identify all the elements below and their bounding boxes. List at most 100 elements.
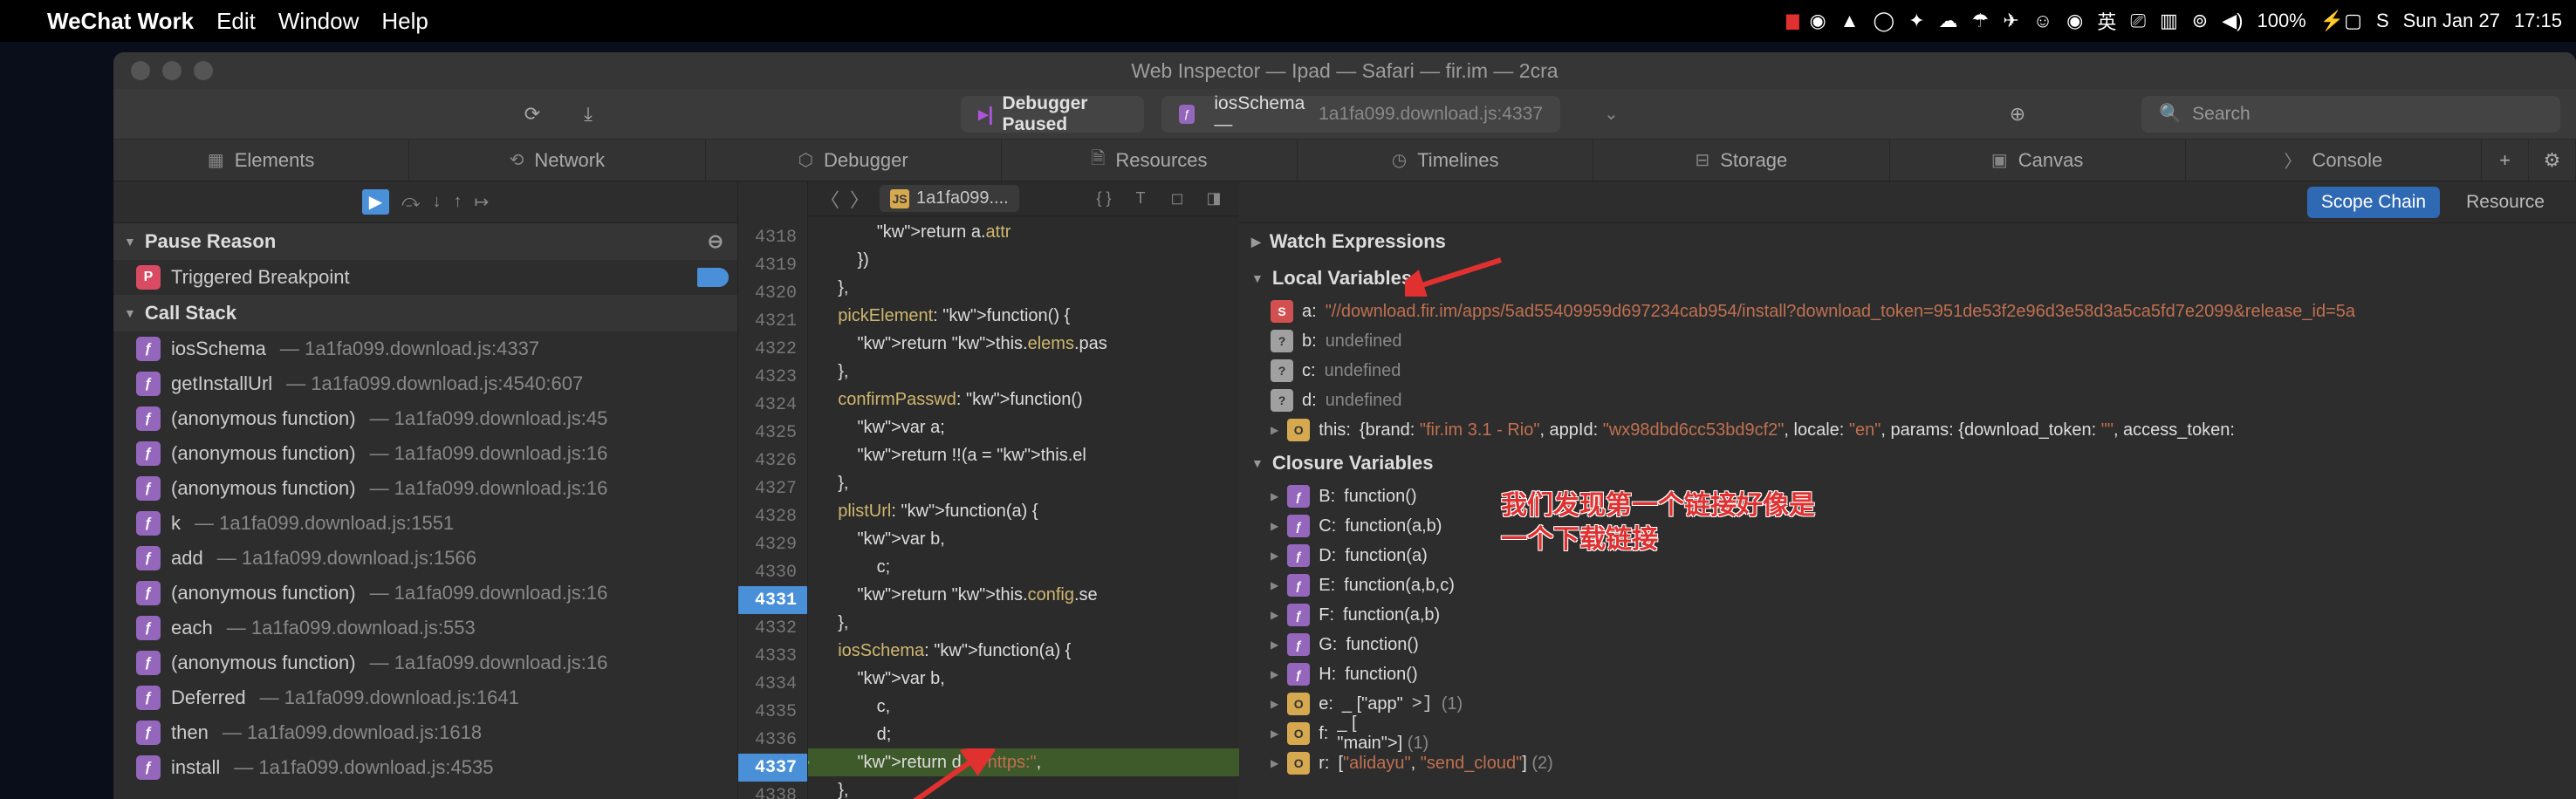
volume-icon[interactable]: ◀): [2222, 10, 2243, 32]
step-out-button[interactable]: ↑: [454, 192, 462, 212]
closure-var[interactable]: ▶Of: _ ["main">] (1): [1239, 719, 2576, 748]
call-stack-header[interactable]: ▼ Call Stack: [113, 295, 737, 331]
line-number[interactable]: 4329: [738, 530, 807, 558]
line-number[interactable]: 4321: [738, 307, 807, 335]
closure-var[interactable]: ▶ƒB: function(): [1239, 481, 2576, 511]
closure-var[interactable]: ▶Oe: _ ["app">] (1): [1239, 689, 2576, 719]
pause-reason-header[interactable]: ▼ Pause Reason ⊖: [113, 223, 737, 260]
line-gutter[interactable]: 4318431943204321432243234324432543264327…: [738, 181, 808, 799]
call-stack-frame[interactable]: ƒ(anonymous function)— 1a1fa099.download…: [113, 471, 737, 506]
call-stack-frame[interactable]: ƒ(anonymous function)— 1a1fa099.download…: [113, 436, 737, 471]
penguin-icon[interactable]: ▲: [1840, 10, 1860, 32]
code-line[interactable]: },: [808, 609, 1239, 637]
paused-location-pill[interactable]: ƒ iosSchema — 1a1fa099.download.js:4337: [1161, 96, 1560, 133]
search-field[interactable]: 🔍 Search: [2141, 96, 2560, 133]
line-number[interactable]: 4336: [738, 726, 807, 754]
battery-menu-icon[interactable]: ▥: [2160, 10, 2178, 32]
step-over-button[interactable]: ⤼: [401, 192, 420, 212]
type-profiler-button[interactable]: T: [1127, 189, 1154, 208]
local-var-d[interactable]: ? d:undefined: [1239, 386, 2576, 415]
line-number[interactable]: 4335: [738, 698, 807, 726]
breakpoint-indicator[interactable]: [697, 268, 729, 287]
nav-back[interactable]: 〈: [820, 185, 839, 213]
line-number[interactable]: 4327: [738, 475, 807, 502]
code-line[interactable]: "kw">return a.attr: [808, 218, 1239, 246]
umbrella-icon[interactable]: ☂: [1972, 10, 1990, 32]
recording-indicator[interactable]: ▮▮: [1785, 10, 1795, 32]
code-line[interactable]: "kw">return !!(a = "kw">this.el: [808, 441, 1239, 469]
step-button[interactable]: ↦: [475, 191, 490, 213]
closure-var[interactable]: ▶ƒF: function(a,b): [1239, 600, 2576, 630]
code-line[interactable]: }): [808, 246, 1239, 274]
call-stack-frame[interactable]: ƒ(anonymous function)— 1a1fa099.download…: [113, 576, 737, 611]
call-stack-frame[interactable]: ƒ(anonymous function)— 1a1fa099.download…: [113, 401, 737, 436]
code-line[interactable]: "kw">var a;: [808, 413, 1239, 441]
closure-var[interactable]: ▶ƒC: function(a,b): [1239, 511, 2576, 541]
tab-timelines[interactable]: ◷Timelines: [1298, 140, 1593, 181]
local-var-c[interactable]: ? c:undefined: [1239, 356, 2576, 386]
input-method[interactable]: 英: [2097, 7, 2116, 35]
tab-storage[interactable]: ⊟Storage: [1593, 140, 1889, 181]
watch-expressions-header[interactable]: ▶Watch Expressions: [1239, 223, 2576, 260]
local-var-this[interactable]: ▶ O this: {brand: "fir.im 3.1 - Rio", ap…: [1239, 415, 2576, 445]
code-line[interactable]: pickElement: "kw">function() {: [808, 302, 1239, 330]
status-icon[interactable]: ◉: [1809, 10, 1826, 32]
call-stack-frame[interactable]: ƒk— 1a1fa099.download.js:1551: [113, 506, 737, 541]
code-line[interactable]: "kw">return "kw">this.elems.pas: [808, 330, 1239, 358]
line-number[interactable]: 4322: [738, 335, 807, 363]
screen-icon[interactable]: ⎚: [2130, 10, 2146, 32]
plane-icon[interactable]: ✈: [2003, 10, 2018, 32]
triggered-breakpoint[interactable]: P Triggered Breakpoint: [113, 260, 737, 295]
closure-var[interactable]: ▶ƒD: function(a): [1239, 541, 2576, 570]
call-stack-frame[interactable]: ƒiosSchema— 1a1fa099.download.js:4337: [113, 331, 737, 366]
zoom-button[interactable]: [194, 61, 213, 80]
nav-forward[interactable]: 〉: [850, 185, 869, 213]
headphone-icon[interactable]: ◯: [1873, 10, 1894, 32]
closure-var[interactable]: ▶ƒE: function(a,b,c): [1239, 570, 2576, 600]
closure-var[interactable]: ▶Or: ["alidayu", "send_cloud"] (2): [1239, 748, 2576, 778]
cloud-icon[interactable]: ☁: [1939, 10, 1958, 32]
closure-variables-header[interactable]: ▼Closure Variables: [1239, 445, 2576, 481]
closure-var[interactable]: ▶ƒH: function(): [1239, 659, 2576, 689]
scope-chain-tab[interactable]: Scope Chain: [2307, 187, 2440, 218]
line-number[interactable]: 4337: [738, 754, 807, 782]
code-line[interactable]: d;: [808, 720, 1239, 748]
tab-resources[interactable]: 🗎Resources: [1002, 140, 1298, 181]
line-number[interactable]: 4320: [738, 279, 807, 307]
download-button[interactable]: ⤓: [569, 95, 607, 133]
current-file[interactable]: JS 1a1fa099....: [880, 185, 1019, 212]
code-line[interactable]: },: [808, 274, 1239, 302]
code-line[interactable]: "kw">return "kw">this.config.se: [808, 581, 1239, 609]
code-line[interactable]: plistUrl: "kw">function(a) {: [808, 497, 1239, 525]
pretty-print-button[interactable]: { }: [1091, 189, 1117, 208]
line-number[interactable]: 4328: [738, 502, 807, 530]
menu-window[interactable]: Window: [278, 8, 359, 35]
reload-button[interactable]: ⟳: [513, 95, 552, 133]
close-button[interactable]: [131, 61, 150, 80]
app-name[interactable]: WeChat Work: [47, 8, 194, 35]
call-stack-frame[interactable]: ƒinstall— 1a1fa099.download.js:4535: [113, 750, 737, 785]
code-line[interactable]: confirmPasswd: "kw">function(): [808, 386, 1239, 413]
call-stack-frame[interactable]: ƒthen— 1a1fa099.download.js:1618: [113, 715, 737, 750]
tab-network[interactable]: ⟲Network: [409, 140, 705, 181]
code-line[interactable]: c,: [808, 693, 1239, 720]
status-date[interactable]: Sun Jan 27: [2403, 10, 2500, 32]
local-variables-header[interactable]: ▼Local Variables: [1239, 260, 2576, 297]
step-into-button[interactable]: ↓: [433, 192, 442, 212]
battery-icon[interactable]: ⚡▢: [2320, 10, 2362, 32]
tab-console[interactable]: 〉Console: [2186, 140, 2482, 181]
line-number[interactable]: 4325: [738, 419, 807, 447]
line-number[interactable]: 4326: [738, 447, 807, 475]
line-number[interactable]: 4331: [738, 586, 807, 614]
local-var-b[interactable]: ? b:undefined: [1239, 326, 2576, 356]
tab-canvas[interactable]: ▣Canvas: [1890, 140, 2186, 181]
right-sidebar-toggle[interactable]: ◨: [1201, 189, 1227, 208]
tab-elements[interactable]: ▦Elements: [113, 140, 409, 181]
line-number[interactable]: 4330: [738, 558, 807, 586]
wifi-icon[interactable]: ⊚: [2192, 10, 2208, 32]
target-button[interactable]: ⊕: [1998, 95, 2037, 133]
call-stack-frame[interactable]: ƒDeferred— 1a1fa099.download.js:1641: [113, 680, 737, 715]
line-number[interactable]: 4324: [738, 391, 807, 419]
code-coverage-button[interactable]: ◻: [1164, 189, 1190, 208]
code-line[interactable]: },: [808, 469, 1239, 497]
